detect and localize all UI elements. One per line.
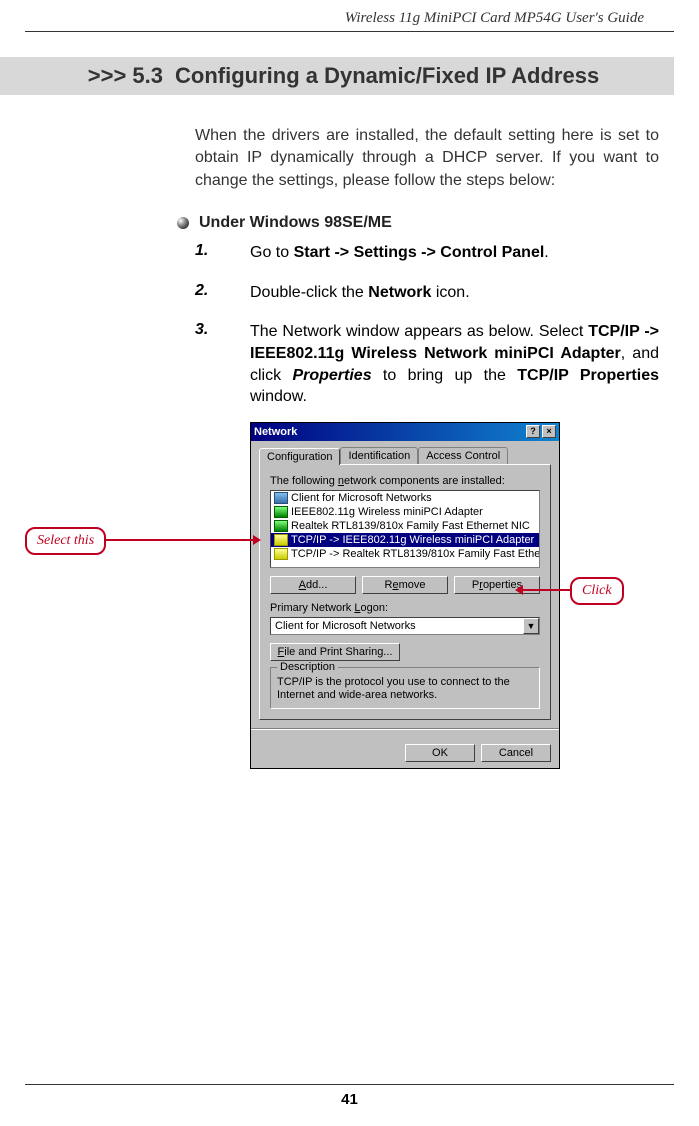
description-text: TCP/IP is the protocol you use to connec…: [277, 676, 533, 702]
dialog-titlebar: Network ? ×: [251, 423, 559, 441]
dialog-separator: [251, 728, 559, 730]
cancel-button[interactable]: Cancel: [481, 744, 551, 762]
step-1-pre: Go to: [250, 244, 294, 261]
intro-paragraph: When the drivers are installed, the defa…: [195, 125, 659, 192]
logon-pre: Primary Network: [270, 602, 354, 614]
body-content: When the drivers are installed, the defa…: [195, 125, 659, 769]
adapter-icon: [274, 520, 288, 532]
step-1-bold: Start -> Settings -> Control Panel: [294, 244, 545, 261]
titlebar-buttons: ? ×: [526, 425, 556, 438]
components-label: The following network components are ins…: [270, 475, 540, 487]
components-label-pre: The following: [270, 475, 338, 487]
step-3: 3. The Network window appears as below. …: [195, 321, 659, 407]
description-label: Description: [277, 661, 338, 673]
list-item-client-text: Client for Microsoft Networks: [291, 492, 432, 504]
sub-heading-text: Under Windows 98SE/ME: [199, 214, 392, 232]
step-2-pre: Double-click the: [250, 284, 368, 301]
callout-select-this: Select this: [25, 527, 106, 555]
step-3-t3: to bring up the: [372, 367, 518, 384]
step-3-t4: window.: [250, 388, 307, 405]
bullet-icon: [177, 217, 189, 229]
remove-button[interactable]: Remove: [362, 576, 448, 594]
network-dialog: Network ? × Configuration Identification…: [250, 422, 560, 769]
add-u: A: [299, 579, 306, 591]
list-item-client[interactable]: Client for Microsoft Networks: [271, 491, 539, 505]
client-icon: [274, 492, 288, 504]
components-listbox[interactable]: Client for Microsoft Networks IEEE802.11…: [270, 490, 540, 568]
tab-configuration[interactable]: Configuration: [259, 448, 340, 465]
close-button[interactable]: ×: [542, 425, 556, 438]
step-1-text: Go to Start -> Settings -> Control Panel…: [250, 242, 549, 264]
dropdown-arrow-icon: ▼: [523, 618, 539, 634]
primary-logon-dropdown[interactable]: Client for Microsoft Networks ▼: [270, 617, 540, 635]
sub-heading-row: Under Windows 98SE/ME: [177, 214, 659, 232]
ok-button[interactable]: OK: [405, 744, 475, 762]
list-item-tcpip-realtek[interactable]: TCP/IP -> Realtek RTL8139/810x Family Fa…: [271, 547, 539, 561]
step-2-post: icon.: [431, 284, 469, 301]
step-3-b2: TCP/IP Properties: [517, 367, 659, 384]
dialog-title: Network: [254, 426, 297, 438]
step-3-text: The Network window appears as below. Sel…: [250, 321, 659, 407]
step-3-bi: Properties: [292, 367, 371, 384]
description-groupbox: Description TCP/IP is the protocol you u…: [270, 667, 540, 709]
step-2-number: 2.: [195, 282, 250, 304]
step-3-t1: The Network window appears as below. Sel…: [250, 323, 588, 340]
fps-rest: ile and Print Sharing...: [284, 646, 392, 658]
dialog-bottom-buttons: OK Cancel: [251, 738, 559, 768]
figure-wrapper: Select this Click Network ? × Configurat…: [195, 422, 659, 769]
step-3-number: 3.: [195, 321, 250, 407]
logon-value: Client for Microsoft Networks: [275, 620, 416, 632]
callout-click-line: [522, 589, 572, 591]
callout-click-arrow-icon: [515, 585, 523, 595]
list-item-realtek-adapter[interactable]: Realtek RTL8139/810x Family Fast Etherne…: [271, 519, 539, 533]
components-label-post: etwork components are installed:: [344, 475, 505, 487]
tab-content: The following network components are ins…: [259, 464, 551, 720]
step-1-number: 1.: [195, 242, 250, 264]
section-heading-bar: >>> 5.3 Configuring a Dynamic/Fixed IP A…: [0, 57, 674, 95]
add-button[interactable]: Add...: [270, 576, 356, 594]
tab-identification[interactable]: Identification: [340, 447, 418, 464]
list-item-realtek-text: Realtek RTL8139/810x Family Fast Etherne…: [291, 520, 530, 532]
callout-select-line: [105, 539, 255, 541]
callout-click: Click: [570, 577, 624, 605]
dialog-tabs: Configuration Identification Access Cont…: [251, 441, 559, 464]
add-rest: dd...: [306, 579, 327, 591]
section-number: >>> 5.3: [0, 63, 175, 89]
list-item-wireless-text: IEEE802.11g Wireless miniPCI Adapter: [291, 506, 483, 518]
file-print-sharing-button[interactable]: File and Print Sharing...: [270, 643, 400, 661]
logon-post: ogon:: [360, 602, 388, 614]
adapter-icon: [274, 506, 288, 518]
step-1-post: .: [544, 244, 548, 261]
properties-button[interactable]: Properties: [454, 576, 540, 594]
step-2-bold: Network: [368, 284, 431, 301]
logon-label: Primary Network Logon:: [270, 602, 540, 614]
list-item-wireless-adapter[interactable]: IEEE802.11g Wireless miniPCI Adapter: [271, 505, 539, 519]
protocol-icon: [274, 548, 288, 560]
section-title: Configuring a Dynamic/Fixed IP Address: [175, 63, 599, 89]
component-buttons-row: Add... Remove Properties: [270, 576, 540, 594]
step-2-text: Double-click the Network icon.: [250, 282, 470, 304]
remove-post: move: [399, 579, 426, 591]
tab-access-control[interactable]: Access Control: [418, 447, 508, 464]
page-number: 41: [25, 1084, 674, 1108]
step-2: 2. Double-click the Network icon.: [195, 282, 659, 304]
step-1: 1. Go to Start -> Settings -> Control Pa…: [195, 242, 659, 264]
protocol-icon: [274, 534, 288, 546]
help-button[interactable]: ?: [526, 425, 540, 438]
list-item-tcpip-wireless-text: TCP/IP -> IEEE802.11g Wireless miniPCI A…: [291, 534, 534, 546]
callout-select-arrow-icon: [253, 535, 261, 545]
page-header: Wireless 11g MiniPCI Card MP54G User's G…: [25, 0, 674, 32]
list-item-tcpip-wireless[interactable]: TCP/IP -> IEEE802.11g Wireless miniPCI A…: [271, 533, 539, 547]
list-item-tcpip-realtek-text: TCP/IP -> Realtek RTL8139/810x Family Fa…: [291, 548, 540, 560]
